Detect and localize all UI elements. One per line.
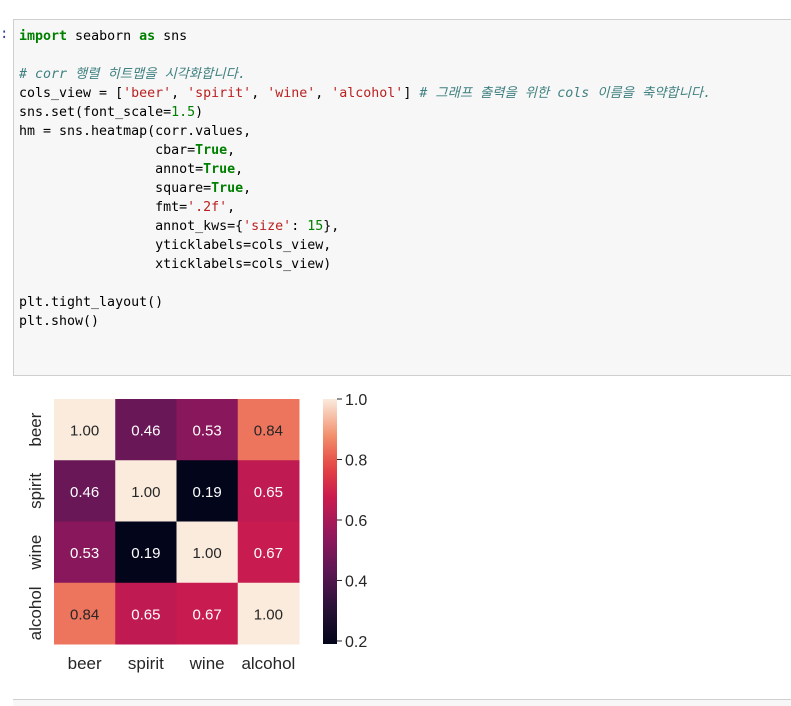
code-token: plt.show() (19, 314, 100, 329)
code-token: , (227, 200, 236, 215)
cell-annotation: 0.84 (254, 423, 283, 440)
code-line: annot_kws={'size': 15}, (19, 217, 711, 236)
code-token: , (243, 181, 252, 196)
code-token: sns (155, 29, 188, 44)
cell-annotation: 0.65 (254, 484, 283, 501)
code-token: square= (19, 181, 212, 196)
colorbar-tick-label: 1.0 (345, 392, 367, 409)
code-token: ) (195, 105, 204, 120)
code-token: # 그래프 출력을 위한 cols 이름을 축약합니다. (419, 86, 712, 101)
cell-annotation: 0.19 (193, 484, 222, 501)
code-line: # corr 행렬 히트맵을 시각화합니다. (19, 65, 711, 84)
code-line: hm = sns.heatmap(corr.values, (19, 122, 711, 141)
code-token: yticklabels=cols_view, (19, 238, 332, 253)
code-line: square=True, (19, 179, 711, 198)
code-token: True (203, 162, 236, 177)
cell-annotation: 0.84 (70, 606, 99, 623)
code-token: 1.5 (171, 105, 196, 120)
cell-annotation: 1.00 (254, 606, 283, 623)
code-token: , (171, 86, 188, 101)
cell-annotation: 0.19 (131, 545, 160, 562)
code-token: }, (323, 219, 340, 234)
code-token: '.2f' (187, 200, 228, 215)
x-tick-label: wine (189, 654, 225, 673)
colorbar-tick-label: 0.4 (345, 573, 367, 590)
cell-annotation: 0.53 (70, 545, 99, 562)
code-token: 'alcohol' (331, 86, 404, 101)
code-token: 'spirit' (187, 86, 252, 101)
code-line: cbar=True, (19, 141, 711, 160)
cell-annotation: 0.65 (131, 606, 160, 623)
code-token: : (291, 219, 308, 234)
y-tick-label: spirit (26, 473, 45, 509)
x-tick-label: spirit (128, 654, 164, 673)
code-line: import seaborn as sns (19, 27, 711, 46)
code-editor[interactable]: import seaborn as sns # corr 행렬 히트맵을 시각화합… (19, 27, 711, 331)
heatmap-chart: 1.00 0.46 0.53 0.84 0.46 1.00 0.19 0.65 0.53 0.19… (26, 392, 367, 673)
output-area: 1.00 0.46 0.53 0.84 0.46 1.00 0.19 0.65 0.53 0.19… (13, 380, 791, 695)
y-tick-label: beer (26, 412, 45, 446)
code-line: sns.set(font_scale=1.5) (19, 103, 711, 122)
cell-annotation: 0.67 (193, 606, 222, 623)
code-token: # corr 행렬 히트맵을 시각화합니다. (19, 67, 246, 82)
code-token: 'beer' (123, 86, 172, 101)
code-token: import (19, 29, 68, 44)
colorbar-tick-label: 0.8 (345, 452, 367, 469)
code-token: , (227, 143, 236, 158)
code-line: cols_view = ['beer', 'spirit', 'wine', '… (19, 84, 711, 103)
code-token: xticklabels=cols_view) (19, 257, 332, 272)
code-token: True (211, 181, 244, 196)
code-token: seaborn (67, 29, 140, 44)
cell-annotation: 0.67 (254, 545, 283, 562)
code-token: hm = sns.heatmap(corr.values, (19, 124, 252, 139)
code-token: 15 (307, 219, 324, 234)
code-line: fmt='.2f', (19, 198, 711, 217)
code-token: fmt= (19, 200, 188, 215)
cell-annotation: 0.46 (70, 484, 99, 501)
code-token: 'wine' (267, 86, 316, 101)
code-token: , (251, 86, 268, 101)
code-token: cbar= (19, 143, 196, 158)
cell-annotation: 1.00 (70, 423, 99, 440)
cell-annotation: 1.00 (131, 484, 160, 501)
x-tick-label: alcohol (241, 654, 295, 673)
code-line: annot=True, (19, 160, 711, 179)
code-line: yticklabels=cols_view, (19, 236, 711, 255)
code-line: plt.show() (19, 312, 711, 331)
cell-annotation: 0.46 (131, 423, 160, 440)
code-line: xticklabels=cols_view) (19, 255, 711, 274)
colorbar-tick-label: 0.2 (345, 634, 367, 651)
code-cell[interactable]: import seaborn as sns # corr 행렬 히트맵을 시각화합… (13, 19, 791, 376)
cell-prompt: : (0, 26, 9, 42)
colorbar-tick-label: 0.6 (345, 513, 367, 530)
cell-annotation: 0.53 (193, 423, 222, 440)
code-token: 'size' (243, 219, 292, 234)
code-token: , (235, 162, 244, 177)
cell-annotation: 1.00 (193, 545, 222, 562)
code-token: annot= (19, 162, 204, 177)
y-tick-label: alcohol (26, 586, 45, 640)
code-line: plt.tight_layout() (19, 293, 711, 312)
code-token: annot_kws={ (19, 219, 244, 234)
code-token: ] (403, 86, 420, 101)
colorbar (323, 399, 337, 644)
code-token: cols_view = [ (19, 86, 124, 101)
x-tick-label: beer (68, 654, 102, 673)
code-token: sns.set(font_scale= (19, 105, 172, 120)
code-token: , (315, 86, 332, 101)
code-token: True (195, 143, 228, 158)
y-tick-label: wine (26, 535, 45, 571)
code-token: as (139, 29, 156, 44)
code-token: plt.tight_layout() (19, 295, 164, 310)
